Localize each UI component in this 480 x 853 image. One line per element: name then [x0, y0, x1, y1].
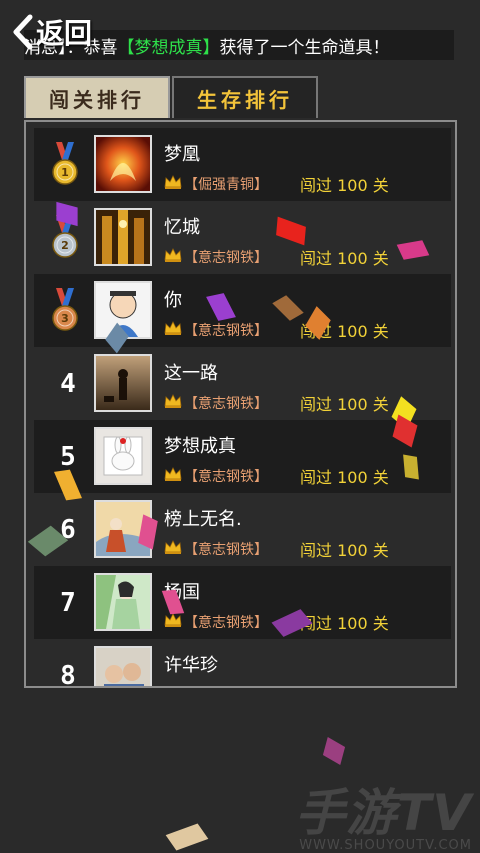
crown-icon: [164, 174, 182, 194]
ranking-tabs: 闯关排行 生存排行: [24, 76, 320, 120]
rank-number: 5: [60, 442, 76, 472]
player-title: 【意志钢铁】: [164, 685, 268, 686]
player-name: 梦凰: [164, 144, 200, 165]
player-name: 忆城: [164, 217, 200, 238]
back-label: 返回: [36, 17, 93, 50]
svg-text:1: 1: [61, 166, 69, 179]
crown-icon: [164, 539, 182, 559]
confetti-piece: [322, 737, 346, 765]
watermark-logo: 手游TV: [295, 784, 472, 842]
player-name: 这一路: [164, 363, 218, 384]
title-label: 【意志钢铁】: [184, 323, 268, 339]
avatar: [94, 646, 152, 686]
player-title: 【意志钢铁】: [164, 539, 268, 559]
chevron-left-icon: [13, 14, 33, 50]
svg-text:3: 3: [61, 312, 69, 325]
gold-medal-icon: 1: [50, 142, 80, 192]
confetti-piece: [165, 823, 209, 851]
crown-icon: [164, 247, 182, 267]
avatar: [94, 135, 152, 193]
levels-passed: 闯过 100 关: [300, 395, 389, 414]
crown-icon: [164, 466, 182, 486]
ranking-row[interactable]: 1 梦凰【倔强青铜】 闯过 100 关: [34, 128, 451, 201]
levels-passed: 闯过 100 关: [300, 541, 389, 560]
levels-passed: 闯过 100 关: [300, 683, 389, 686]
levels-passed: 闯过 100 关: [300, 249, 389, 268]
crown-icon: [164, 320, 182, 340]
ranking-row[interactable]: 4 这一路【意志钢铁】 闯过 100 关: [34, 347, 451, 420]
player-name: 榜上无名.: [164, 509, 242, 530]
ranking-row[interactable]: 3 你【意志钢铁】 闯过 100 关: [34, 274, 451, 347]
player-name: 梦想成真: [164, 436, 236, 457]
player-title: 【意志钢铁】: [164, 320, 268, 340]
tab-level-ranking[interactable]: 闯关排行: [24, 76, 170, 118]
title-label: 【意志钢铁】: [184, 469, 268, 485]
svg-text:2: 2: [61, 239, 69, 252]
tab-survival-ranking[interactable]: 生存排行: [172, 76, 318, 118]
player-name: 许华珍: [164, 655, 218, 676]
marquee-suffix: 获得了一个生命道具！: [219, 37, 390, 58]
ranking-list[interactable]: 1 梦凰 【倔强青铜】 闯过 100 关 2 忆城 【意志钢铁】 闯过 100 关 3 你【意志钢…: [34, 128, 451, 688]
title-label: 【意志钢铁】: [184, 685, 268, 686]
levels-passed: 闯过 100 关: [300, 614, 389, 633]
ranking-row[interactable]: 6 榜上无名. 【意志钢铁】 闯过 100 关: [34, 493, 451, 566]
ranking-panel[interactable]: 1 梦凰 【倔强青铜】 闯过 100 关 2 忆城 【意志钢铁】 闯过 100 关 3 你【意志钢…: [24, 120, 457, 688]
player-title: 【意志钢铁】: [164, 612, 268, 632]
crown-icon: [164, 393, 182, 413]
crown-icon: [164, 685, 182, 686]
title-label: 【意志钢铁】: [184, 250, 268, 266]
bronze-medal-icon: 3: [50, 288, 80, 338]
avatar: [94, 427, 152, 485]
ranking-row[interactable]: 8 许华珍【意志钢铁】 闯过 100 关: [34, 639, 451, 688]
title-label: 【意志钢铁】: [184, 396, 268, 412]
player-title: 【倔强青铜】: [164, 174, 268, 194]
back-button[interactable]: 返回: [10, 12, 92, 52]
avatar: [94, 573, 152, 631]
ranking-row[interactable]: 2 忆城【意志钢铁】 闯过 100 关: [34, 201, 451, 274]
levels-passed: 闯过 100 关: [300, 176, 389, 195]
title-label: 【倔强青铜】: [184, 177, 268, 193]
player-title: 【意志钢铁】: [164, 247, 268, 267]
rank-number: 4: [60, 369, 76, 399]
crown-icon: [164, 612, 182, 632]
marquee-highlight: 【梦想成真】: [117, 37, 220, 58]
player-title: 【意志钢铁】: [164, 466, 268, 486]
title-label: 【意志钢铁】: [184, 542, 268, 558]
watermark-url: WWW.SHOUYOUTV.COM: [299, 838, 472, 853]
ranking-row[interactable]: 5 梦想成真【意志钢铁】 闯过 100 关: [34, 420, 451, 493]
confetti-piece: [403, 454, 419, 480]
avatar: [94, 208, 152, 266]
title-label: 【意志钢铁】: [184, 615, 268, 631]
rank-number: 8: [60, 661, 76, 688]
ranking-row[interactable]: 7 杨国 【意志钢铁】 闯过 100 关: [34, 566, 451, 639]
levels-passed: 闯过 100 关: [300, 468, 389, 487]
watermark: 手游TV WWW.SHOUYOUTV.COM: [295, 788, 472, 853]
player-name: 你: [164, 290, 182, 311]
player-title: 【意志钢铁】: [164, 393, 268, 413]
avatar: [94, 354, 152, 412]
rank-number: 7: [60, 588, 76, 618]
